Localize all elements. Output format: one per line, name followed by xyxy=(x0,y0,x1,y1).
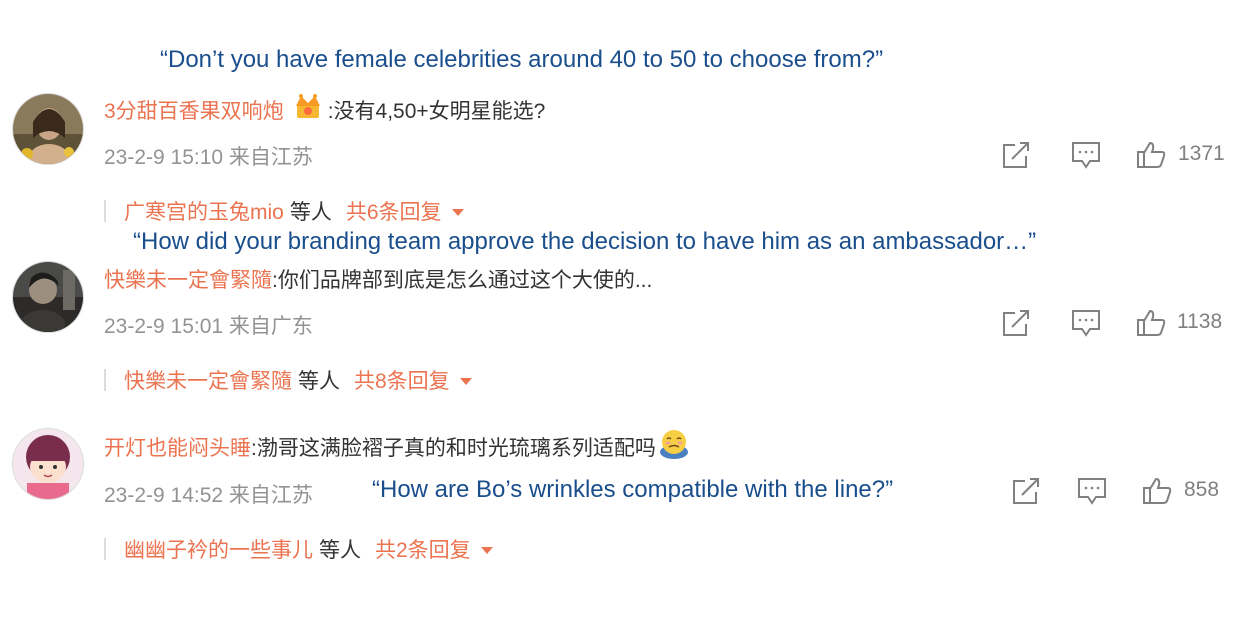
reply-divider xyxy=(104,200,106,222)
avatar[interactable] xyxy=(12,428,84,500)
share-icon[interactable] xyxy=(1000,140,1032,175)
reply-summary[interactable]: 幽幽子衿的一些事儿 等人 共2条回复 xyxy=(104,534,493,564)
reply-count-link[interactable]: 共8条回复 xyxy=(354,365,450,395)
username-link[interactable]: 开灯也能闷头睡 xyxy=(104,432,251,462)
comment-meta: 23-2-9 14:52 来自江苏 xyxy=(104,484,313,507)
caret-down-icon[interactable] xyxy=(451,209,464,216)
reply-username[interactable]: 幽幽子衿的一些事儿 xyxy=(124,534,313,564)
reply-others-label: 等人 xyxy=(289,201,332,224)
reply-others-label: 等人 xyxy=(298,370,340,393)
avatar[interactable] xyxy=(12,93,84,165)
thumbs-up-icon[interactable] xyxy=(1141,476,1173,511)
reply-divider xyxy=(104,538,106,560)
translation-caption-3: “How are Bo’s wrinkles compatible with t… xyxy=(372,476,894,503)
reply-summary[interactable]: 快樂未一定會緊隨 等人 共8条回复 xyxy=(104,365,472,395)
username-link[interactable]: 快樂未一定會緊隨 xyxy=(104,264,272,294)
thumbs-up-icon[interactable] xyxy=(1135,140,1167,175)
avatar[interactable] xyxy=(12,261,84,333)
translation-caption-1: “Don’t you have female celebrities aroun… xyxy=(160,46,884,73)
comment-line: 快樂未一定會緊隨 :你们品牌部到底是怎么通过这个大使的... xyxy=(104,264,652,294)
comment-meta: 23-2-9 15:01 来自广东 xyxy=(104,315,313,338)
translation-caption-2: “How did your branding team approve the … xyxy=(133,228,1037,255)
reply-username[interactable]: 广寒宫的玉兔mio xyxy=(124,196,284,226)
comment-icon[interactable] xyxy=(1070,140,1102,175)
comment-text: :没有4,50+女明星能选? xyxy=(327,100,546,123)
comment-line: 3分甜百香果双响炮 :没有4,50+女明星能选? xyxy=(104,94,545,126)
comment-icon[interactable] xyxy=(1076,476,1108,511)
share-icon[interactable] xyxy=(1010,476,1042,511)
caret-down-icon[interactable] xyxy=(459,378,472,385)
like-count: 1371 xyxy=(1178,142,1225,165)
reply-count-link[interactable]: 共2条回复 xyxy=(375,534,471,564)
like-count: 858 xyxy=(1184,478,1220,501)
comment-text: :渤哥这满脸褶子真的和时光琉璃系列适配吗 xyxy=(251,437,656,460)
comment-actions: 1371 xyxy=(1000,140,1240,172)
crown-badge-icon xyxy=(294,94,322,126)
reply-others-label: 等人 xyxy=(319,539,361,562)
reply-count-link[interactable]: 共6条回复 xyxy=(346,196,442,226)
caret-down-icon[interactable] xyxy=(480,547,493,554)
worried-face-emoji-icon xyxy=(658,428,690,466)
thumbs-up-icon[interactable] xyxy=(1135,308,1167,343)
comment-icon[interactable] xyxy=(1070,308,1102,343)
comment-meta: 23-2-9 15:10 来自江苏 xyxy=(104,146,313,169)
reply-summary[interactable]: 广寒宫的玉兔mio 等人 共6条回复 xyxy=(104,196,464,226)
like-count: 1138 xyxy=(1177,310,1223,333)
comment-line: 开灯也能闷头睡 :渤哥这满脸褶子真的和时光琉璃系列适配吗 xyxy=(104,428,690,466)
comment-actions: 1138 xyxy=(1000,308,1240,340)
reply-username[interactable]: 快樂未一定會緊隨 xyxy=(124,365,292,395)
reply-divider xyxy=(104,369,106,391)
share-icon[interactable] xyxy=(1000,308,1032,343)
comment-text: :你们品牌部到底是怎么通过这个大使的... xyxy=(272,269,653,292)
comment-actions: 858 xyxy=(1010,476,1250,508)
username-link[interactable]: 3分甜百香果双响炮 xyxy=(104,95,284,125)
